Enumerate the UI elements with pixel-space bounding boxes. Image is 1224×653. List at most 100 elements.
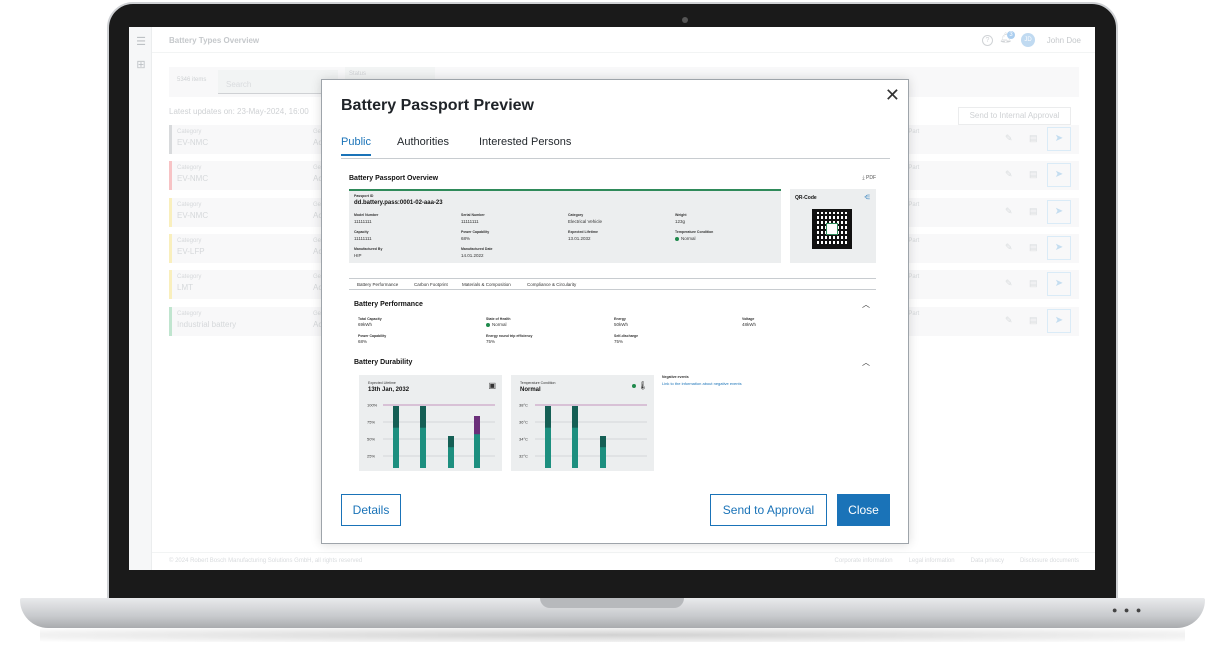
- app-screen: ☰ ⊞ Battery Types Overview ? 🔔︎ 3 JD Joh…: [129, 27, 1095, 570]
- close-button[interactable]: Close: [837, 494, 890, 526]
- qr-logo: [826, 223, 838, 235]
- performance-field: Total Capacity 69kWh: [358, 317, 382, 327]
- field-value: Electrical Vehicle: [568, 219, 603, 224]
- field-value: 69kWh: [358, 322, 373, 327]
- field-label: Power Capability: [358, 334, 387, 338]
- field-value: 123g: [675, 219, 686, 224]
- lifetime-chart-card: Expected Lifetime 13th Jan, 2032 ▣ 100% 7…: [359, 375, 502, 471]
- chevron-up-icon[interactable]: ︿: [862, 299, 870, 310]
- overview-title: Battery Passport Overview: [349, 175, 439, 182]
- field-label: Capacity: [354, 230, 369, 234]
- laptop-lights: ● ● ●: [1112, 605, 1144, 615]
- tick-label: 36°C: [519, 420, 528, 425]
- field-value: Normal: [675, 236, 713, 241]
- field-label: Energy: [614, 317, 626, 321]
- bar-segment: [474, 416, 480, 435]
- qr-title: QR-Code: [795, 195, 817, 201]
- field-label: Manufactured By: [354, 247, 383, 251]
- passport-field: Temperature Condition Normal: [675, 230, 713, 241]
- field-value: Normal: [486, 322, 511, 327]
- tick-label: 38°C: [519, 403, 528, 408]
- dialog-title: Battery Passport Preview: [341, 97, 534, 114]
- dialog-tabs: Public Authorities Interested Persons: [341, 136, 890, 159]
- subtab-battery-performance[interactable]: Battery Performance: [357, 282, 398, 287]
- passport-id-label: Passport ID: [354, 194, 374, 198]
- tab-authorities[interactable]: Authorities: [397, 136, 449, 148]
- subtab-materials[interactable]: Materials & Composition: [462, 282, 511, 287]
- passport-field: Category Electrical Vehicle: [568, 213, 602, 224]
- field-label: Energy round trip efficiency: [486, 334, 533, 338]
- field-value: 11111111: [354, 219, 372, 224]
- passport-field: Manufactured Date 14.01.2022: [461, 247, 493, 258]
- field-label: Total Capacity: [358, 317, 382, 321]
- field-value: 11111111: [354, 236, 372, 241]
- field-value: 75%: [614, 339, 624, 344]
- passport-card: Passport ID dd.battery.pass:0001-02-aaa-…: [349, 189, 781, 263]
- field-value: 13.01.2032: [568, 236, 591, 241]
- tick-label: 32°C: [519, 454, 528, 459]
- bar-segment: [448, 436, 454, 448]
- field-label: Serial Number: [461, 213, 485, 217]
- bar-segment: [545, 406, 551, 428]
- passport-field: Manufactured By HIP: [354, 247, 382, 258]
- status-dot: [486, 322, 490, 327]
- close-icon[interactable]: ✕: [885, 86, 900, 104]
- field-label: Power Capability: [461, 230, 490, 234]
- performance-field: State of Health Normal: [486, 317, 511, 327]
- share-icon[interactable]: ⋲: [864, 194, 870, 201]
- bar-segment: [572, 406, 578, 428]
- passport-field: Power Capability 68%: [461, 230, 489, 241]
- details-button[interactable]: Details: [341, 494, 401, 526]
- performance-field: Voltage 48kWh: [742, 317, 756, 327]
- subtab-carbon-footprint[interactable]: Carbon Footprint: [414, 282, 448, 287]
- passport-field: Weight 123g: [675, 213, 687, 224]
- field-value: 14.01.2022: [461, 253, 484, 258]
- laptop-notch: [540, 598, 684, 608]
- field-value: 75%: [486, 339, 496, 344]
- send-approval-button[interactable]: Send to Approval: [710, 494, 827, 526]
- negative-events-link[interactable]: Link to the information about negative e…: [662, 381, 742, 386]
- performance-field: Power Capability 68%: [358, 334, 386, 344]
- tick-label: 100%: [367, 403, 378, 408]
- negative-events-label: Negative events: [662, 375, 689, 379]
- laptop-shadow: [40, 628, 1185, 642]
- field-label: Manufactured Date: [461, 247, 493, 251]
- passport-content: Battery Passport Overview ⤓ PDF Passport…: [341, 168, 890, 473]
- passport-preview-dialog: Battery Passport Preview ✕ Public Author…: [321, 79, 909, 544]
- status-dot: [675, 236, 679, 241]
- tab-interested-persons[interactable]: Interested Persons: [479, 136, 571, 148]
- performance-title: Battery Performance: [354, 301, 423, 308]
- passport-id: dd.battery.pass:0001-02-aaa-23: [354, 200, 443, 206]
- lifetime-chart: 100% 75% 50% 25%: [367, 403, 495, 468]
- download-icon: ⤓: [862, 175, 865, 181]
- passport-field: Expected Lifetime 13.01.2032: [568, 230, 598, 241]
- field-value: 68%: [358, 339, 368, 344]
- field-label: Expected Lifetime: [568, 230, 598, 234]
- field-value: 48kWh: [742, 322, 757, 327]
- field-label: Temperature Condition: [675, 230, 714, 234]
- chevron-up-icon[interactable]: ︿: [862, 357, 870, 368]
- temperature-chart: 38°C 36°C 34°C 32°C: [519, 403, 647, 468]
- field-label: State of Health: [486, 317, 511, 321]
- temperature-chart-card: Temperature Condition Normal 🌡︎ 38°C 36°C…: [511, 375, 654, 471]
- field-label: Model Number: [354, 213, 379, 217]
- bar-segment: [600, 436, 606, 448]
- bar-segment: [420, 406, 426, 428]
- durability-title: Battery Durability: [354, 359, 413, 366]
- tick-label: 75%: [367, 420, 375, 425]
- passport-field: Capacity 11111111: [354, 230, 372, 241]
- tab-public[interactable]: Public: [341, 136, 371, 156]
- field-label: Category: [568, 213, 584, 217]
- performance-field: Self-discharge 75%: [614, 334, 638, 344]
- qr-card: QR-Code ⋲: [790, 189, 876, 263]
- performance-field: Energy round trip efficiency 75%: [486, 334, 532, 344]
- field-value: HIP: [354, 253, 362, 258]
- subtab-compliance[interactable]: Compliance & Circularity: [527, 282, 576, 287]
- camera: [682, 17, 688, 23]
- tick-label: 25%: [367, 454, 375, 459]
- pdf-download-button[interactable]: ⤓ PDF: [862, 175, 876, 181]
- bar-segment: [393, 406, 399, 428]
- pdf-label: PDF: [866, 175, 876, 181]
- tick-label: 50%: [367, 437, 375, 442]
- field-value: 50kWh: [614, 322, 629, 327]
